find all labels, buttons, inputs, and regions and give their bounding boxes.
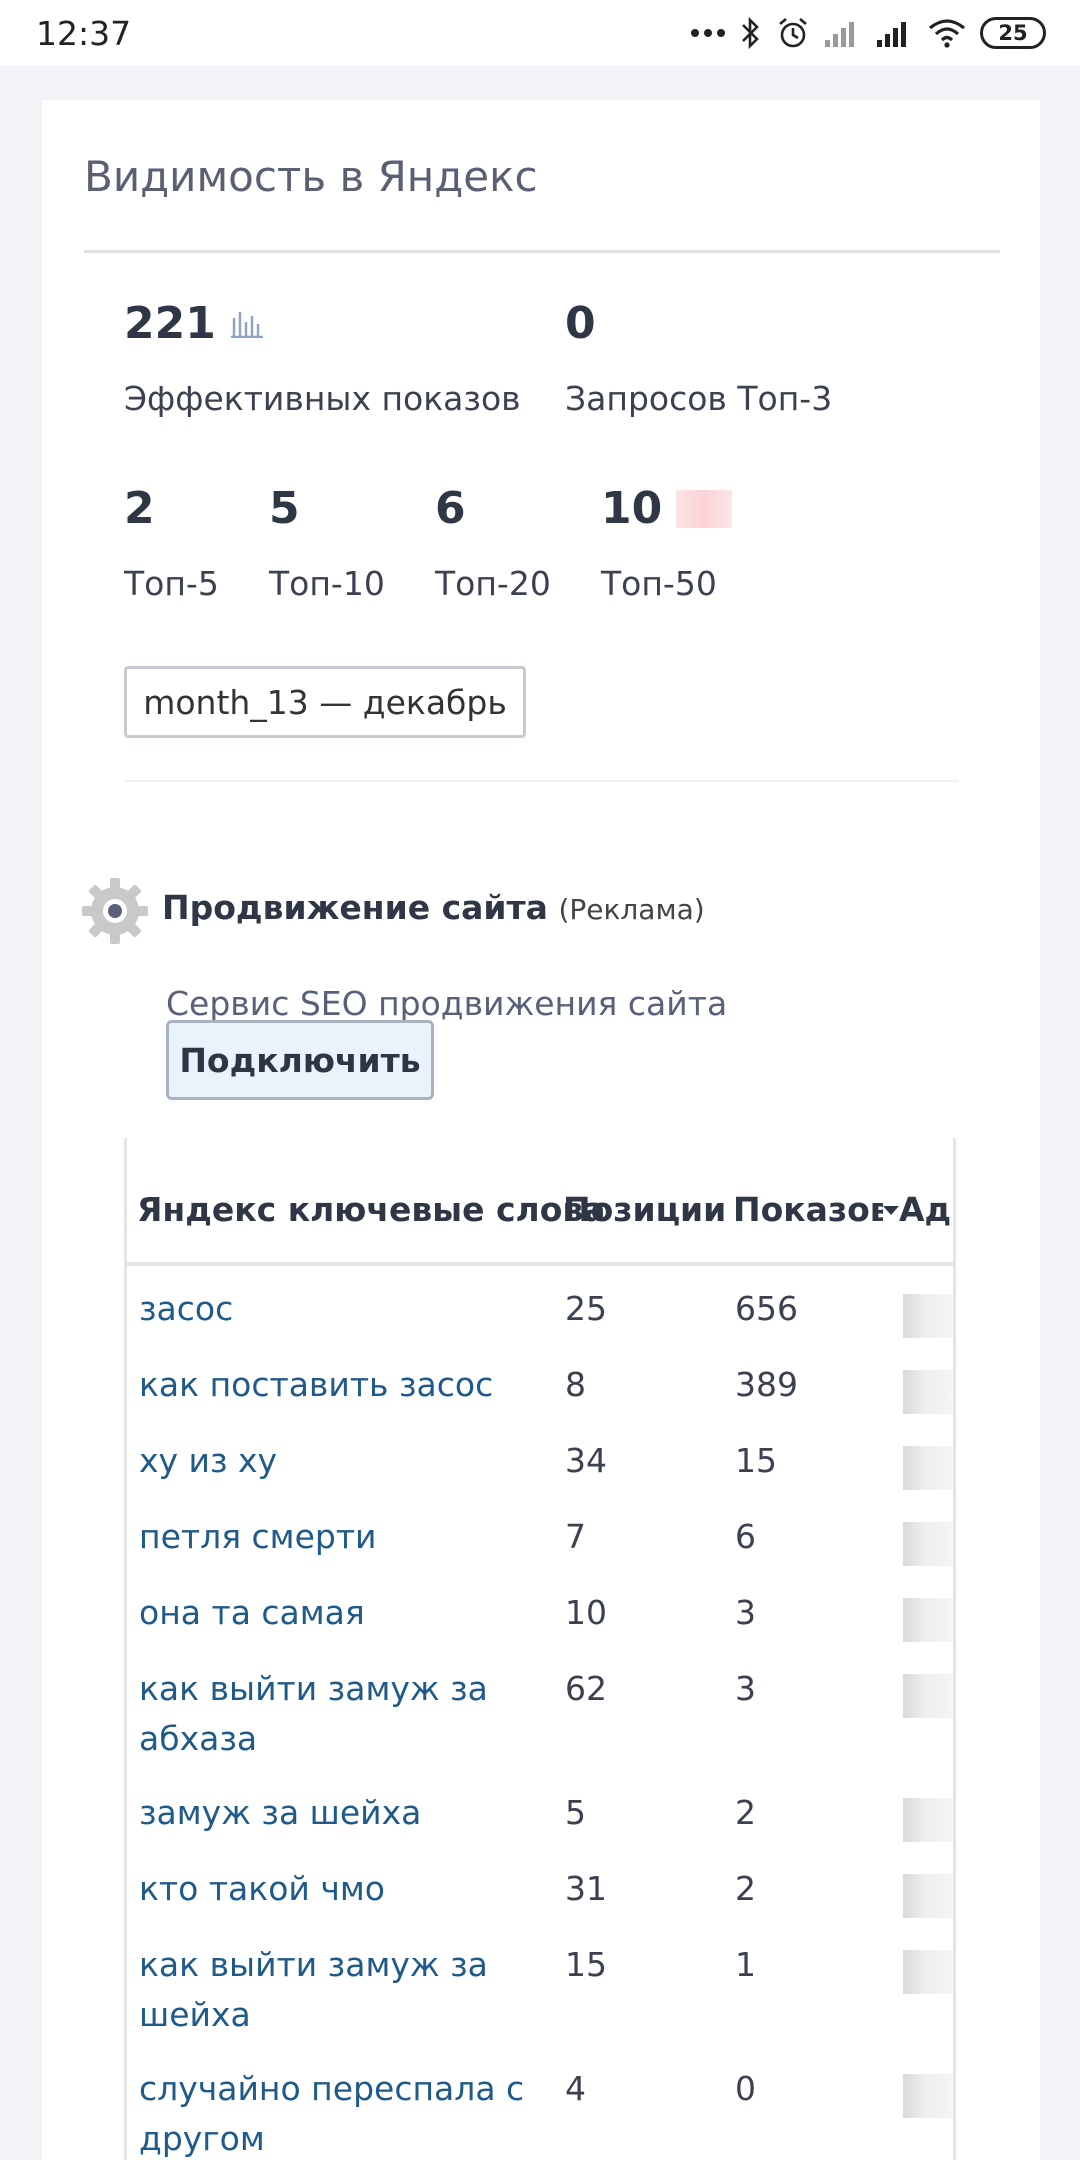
metric-value: 221 [124, 298, 216, 349]
metric-top20: 6 Топ-20 [435, 483, 551, 603]
visibility-card: Видимость в Яндекс 221 Эффективных показ… [42, 100, 1040, 2160]
metric-value: 2 [124, 483, 155, 534]
chart-bars-icon[interactable] [230, 298, 264, 349]
impressions-value: 2 [735, 1793, 756, 1832]
blurred-cell [903, 1950, 953, 1994]
keywords-table[interactable]: Яндекс ключевые слова Позиции Показов Ад… [124, 1138, 956, 2160]
metric-top3-queries: 0 Запросов Топ-3 [565, 298, 832, 418]
position-value: 34 [565, 1441, 607, 1480]
promo-title: Продвижение сайта (Реклама) [162, 888, 705, 927]
page-title: Видимость в Яндекс [84, 152, 538, 201]
metric-value: 10 [601, 483, 663, 534]
metric-label: Топ-5 [124, 564, 219, 603]
keyword-link[interactable]: кто такой чмо [139, 1864, 539, 1914]
impressions-value: 1 [735, 1945, 756, 1984]
blurred-cell [903, 1370, 953, 1414]
divider [124, 780, 958, 782]
promo-title-text: Продвижение сайта [162, 888, 548, 927]
impressions-value: 656 [735, 1289, 798, 1328]
position-value: 25 [565, 1289, 607, 1328]
bluetooth-icon [740, 16, 762, 50]
impressions-value: 6 [735, 1517, 756, 1556]
position-value: 5 [565, 1793, 586, 1832]
table-header: Яндекс ключевые слова Позиции Показов Ад [127, 1138, 953, 1266]
impressions-value: 3 [735, 1669, 756, 1708]
impressions-value: 3 [735, 1593, 756, 1632]
keyword-link[interactable]: как выйти замуж за абхаза [139, 1664, 539, 1764]
keyword-link[interactable]: ху из ху [139, 1436, 539, 1486]
keyword-link[interactable]: петля смерти [139, 1512, 539, 1562]
blurred-cell [903, 2074, 953, 2118]
metric-label: Топ-20 [435, 564, 551, 603]
blurred-cell [903, 1294, 953, 1338]
keyword-link[interactable]: она та самая [139, 1588, 539, 1638]
metric-top50: 10 Топ-50 [601, 483, 733, 603]
metric-effective-impressions: 221 Эффективных показов [124, 298, 521, 418]
position-value: 15 [565, 1945, 607, 1984]
status-bar: 12:37 25 [0, 0, 1080, 66]
column-header-positions[interactable]: Позиции [563, 1190, 726, 1229]
promo-description: Сервис SEO продвижения сайта [166, 984, 728, 1020]
sort-desc-icon[interactable] [883, 1206, 899, 1215]
metric-label: Топ-50 [601, 564, 717, 603]
position-value: 7 [565, 1517, 586, 1556]
impressions-value: 15 [735, 1441, 777, 1480]
position-value: 8 [565, 1365, 586, 1404]
blurred-cell [903, 1522, 953, 1566]
metric-top5: 2 Топ-5 [124, 483, 219, 603]
metric-label: Запросов Топ-3 [565, 379, 833, 418]
status-icons: 25 [690, 16, 1046, 50]
divider [84, 250, 1000, 253]
metric-value: 5 [269, 483, 300, 534]
impressions-value: 389 [735, 1365, 798, 1404]
metric-top10: 5 Топ-10 [269, 483, 385, 603]
gear-icon [80, 876, 150, 951]
blurred-cell [903, 1598, 953, 1642]
metric-value: 0 [565, 298, 596, 349]
ad-tag: (Реклама) [558, 893, 705, 926]
blurred-cell [903, 1874, 953, 1918]
metric-value: 6 [435, 483, 466, 534]
wifi-icon [928, 18, 966, 48]
battery-icon: 25 [980, 17, 1046, 49]
alarm-icon [776, 16, 810, 50]
keyword-link[interactable]: как поставить засос [139, 1360, 539, 1410]
connect-button[interactable]: Подключить [166, 1020, 434, 1100]
column-header-ads[interactable]: Ад [899, 1190, 951, 1229]
keyword-link[interactable]: замуж за шейха [139, 1788, 539, 1838]
position-value: 10 [565, 1593, 607, 1632]
blurred-cell [903, 1446, 953, 1490]
period-select[interactable]: month_13 — декабрь [124, 666, 526, 738]
keyword-link[interactable]: как выйти замуж за шейха [139, 1940, 539, 2040]
position-value: 4 [565, 2069, 586, 2108]
signal-icon [876, 18, 914, 48]
blurred-cell [903, 1674, 953, 1718]
column-header-impressions[interactable]: Показов [733, 1190, 883, 1229]
keyword-link[interactable]: случайно переспала с другом [139, 2064, 539, 2160]
impressions-value: 0 [735, 2069, 756, 2108]
column-header-keywords[interactable]: Яндекс ключевые слова [137, 1190, 606, 1229]
metric-label: Топ-10 [269, 564, 385, 603]
keyword-link[interactable]: засос [139, 1284, 539, 1334]
blurred-badge [676, 489, 733, 528]
metric-label: Эффективных показов [124, 379, 521, 418]
position-value: 62 [565, 1669, 607, 1708]
impressions-value: 2 [735, 1869, 756, 1908]
position-value: 31 [565, 1869, 607, 1908]
status-time: 12:37 [36, 13, 132, 53]
signal-icon [824, 18, 862, 48]
dots-icon [690, 27, 726, 39]
blurred-cell [903, 1798, 953, 1842]
